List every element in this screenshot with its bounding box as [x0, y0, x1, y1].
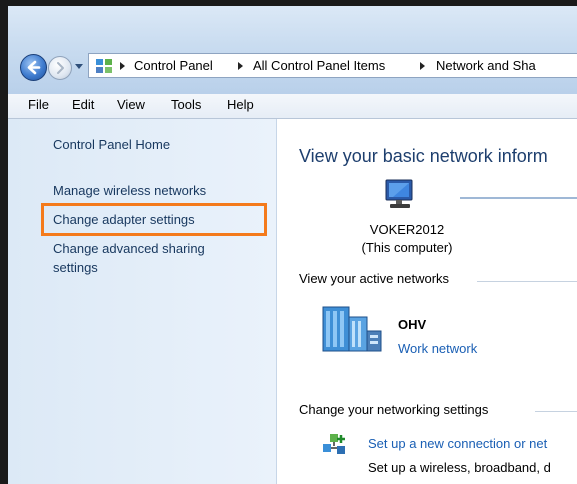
- breadcrumb-network-sharing[interactable]: Network and Sha: [436, 58, 536, 73]
- breadcrumb-all-items[interactable]: All Control Panel Items: [253, 58, 385, 73]
- menu-view[interactable]: View: [117, 97, 145, 112]
- address-bar[interactable]: Control Panel All Control Panel Items Ne…: [88, 53, 577, 78]
- forward-button[interactable]: [48, 56, 72, 80]
- new-connection-icon: [323, 434, 345, 454]
- menu-tools[interactable]: Tools: [171, 97, 201, 112]
- active-networks-heading: View your active networks: [299, 271, 456, 286]
- network-map-line: [460, 197, 577, 199]
- section-divider: [477, 281, 577, 282]
- back-arrow-icon: [27, 60, 41, 75]
- menu-help[interactable]: Help: [227, 97, 254, 112]
- page-title: View your basic network inform: [299, 146, 548, 166]
- sidebar-item-advanced-sharing[interactable]: Change advanced sharing: [53, 239, 205, 258]
- main-content: View your basic network inform VOKER2012…: [277, 119, 577, 484]
- back-button[interactable]: [20, 54, 47, 81]
- section-divider: [535, 411, 577, 412]
- control-panel-icon: [96, 59, 112, 73]
- menu-file[interactable]: File: [28, 97, 49, 112]
- forward-arrow-icon: [57, 62, 64, 74]
- menu-bar: File Edit View Tools Help: [8, 94, 577, 119]
- breadcrumb-separator-icon[interactable]: [420, 62, 425, 70]
- navigation-bar: Control Panel All Control Panel Items Ne…: [8, 48, 577, 84]
- recent-pages-dropdown-icon[interactable]: [74, 61, 84, 71]
- breadcrumb-control-panel[interactable]: Control Panel: [134, 58, 213, 73]
- setup-connection-description: Set up a wireless, broadband, d: [368, 460, 551, 475]
- sidebar-item-control-panel-home[interactable]: Control Panel Home: [53, 135, 170, 154]
- setup-connection-link[interactable]: Set up a new connection or net: [368, 436, 547, 451]
- sidebar: Control Panel Home Manage wireless netwo…: [8, 119, 277, 484]
- sidebar-item-change-adapter[interactable]: Change adapter settings: [53, 210, 195, 229]
- network-type-link[interactable]: Work network: [398, 341, 477, 356]
- sidebar-item-advanced-sharing-cont[interactable]: settings: [53, 258, 98, 277]
- window-frame-left: [0, 0, 8, 484]
- network-building-icon: [322, 306, 382, 352]
- computer-label: VOKER2012 (This computer): [347, 221, 467, 257]
- sidebar-item-manage-wireless[interactable]: Manage wireless networks: [53, 181, 206, 200]
- computer-icon: [385, 179, 413, 208]
- computer-subtitle: (This computer): [361, 240, 453, 255]
- network-name: OHV: [398, 317, 427, 332]
- breadcrumb-separator-icon[interactable]: [120, 62, 125, 70]
- computer-name: VOKER2012: [369, 222, 445, 237]
- menu-edit[interactable]: Edit: [72, 97, 94, 112]
- breadcrumb-separator-icon[interactable]: [238, 62, 243, 70]
- change-settings-heading: Change your networking settings: [299, 402, 495, 417]
